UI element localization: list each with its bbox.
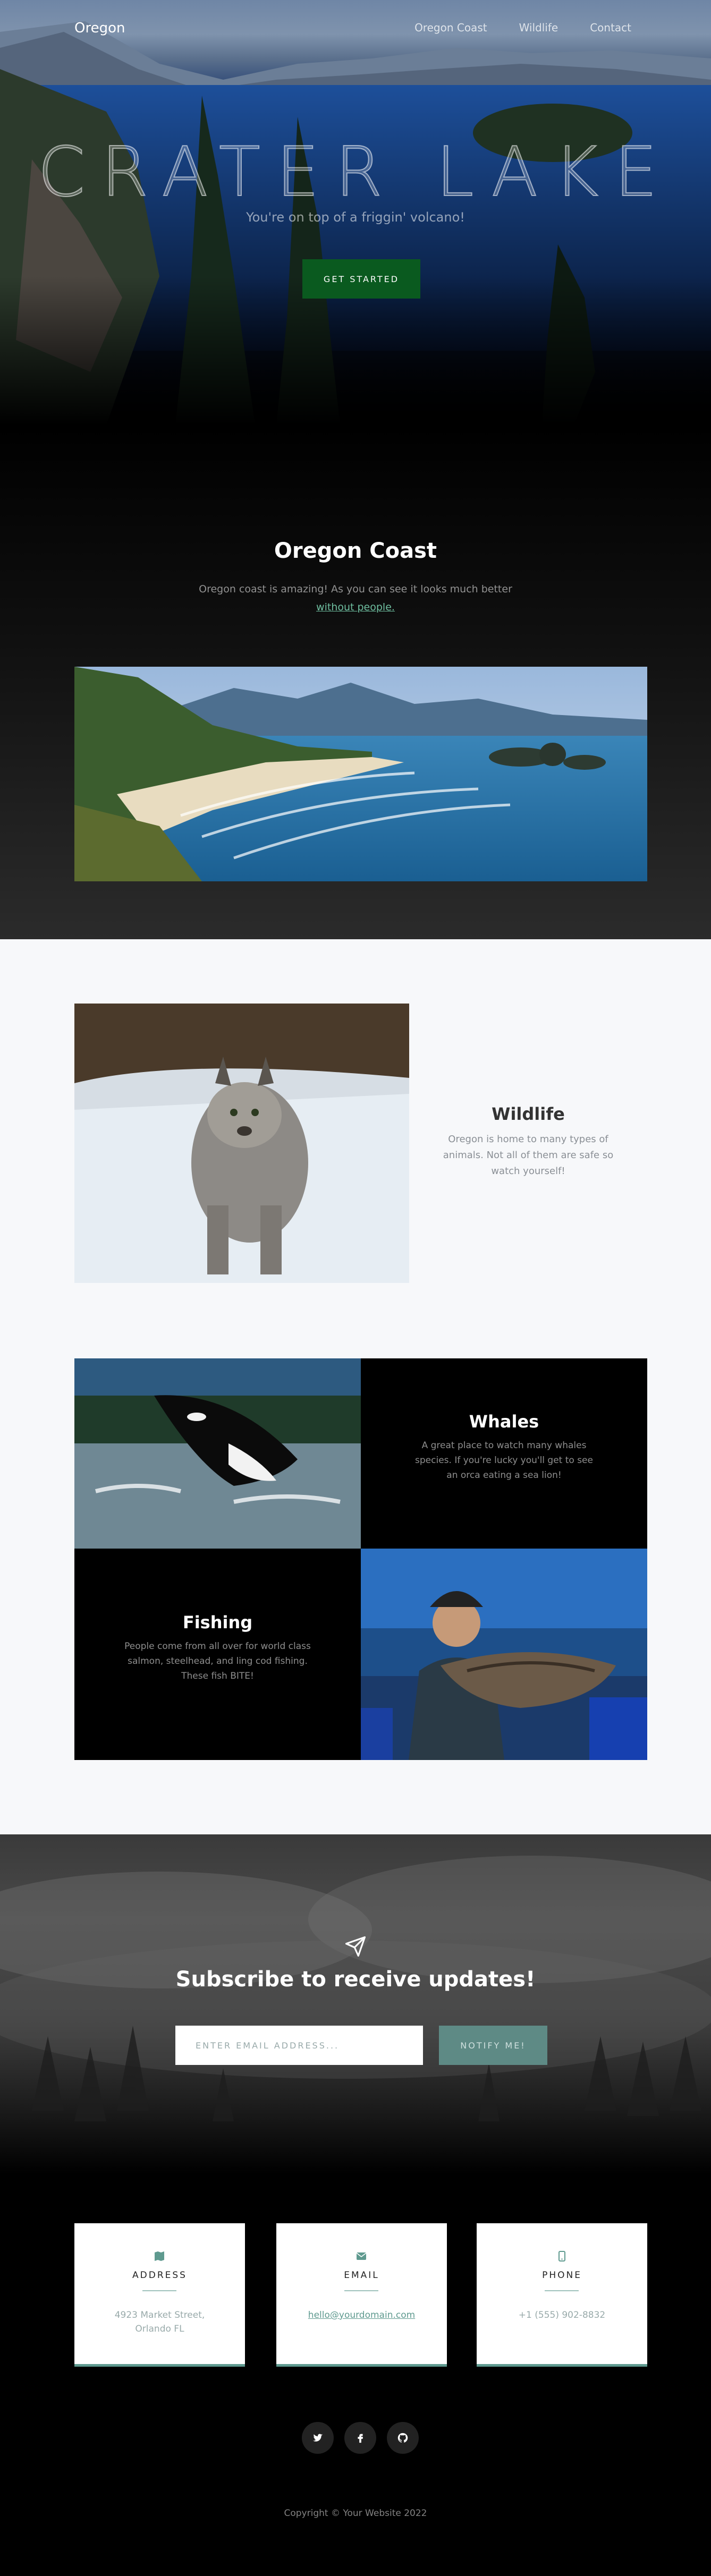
- wildlife-title: Wildlife: [492, 1104, 565, 1124]
- phone-label: PHONE: [542, 2270, 582, 2281]
- email-input[interactable]: [175, 2026, 423, 2065]
- oregon-coast-section: Oregon Coast Oregon coast is amazing! As…: [0, 425, 711, 939]
- coast-text: Oregon coast is amazing! As you can see …: [0, 580, 711, 616]
- hero-subtitle: You're on top of a friggin' volcano!: [246, 210, 465, 225]
- copyright-text: Copyright © Your Website 2022: [284, 2508, 427, 2519]
- phone-card: PHONE +1 (555) 902-8832: [477, 2223, 647, 2367]
- nav-links: Oregon Coast Wildlife Contact: [414, 21, 631, 34]
- whales-card: Whales A great place to watch many whale…: [361, 1358, 647, 1549]
- subscribe-title: Subscribe to receive updates!: [175, 1967, 536, 1992]
- address-card: ADDRESS 4923 Market Street, Orlando FL: [74, 2223, 245, 2367]
- coast-link[interactable]: without people.: [316, 601, 395, 613]
- social-links: [302, 2422, 419, 2454]
- nav-link-oregon-coast[interactable]: Oregon Coast: [414, 21, 487, 34]
- lynx-image: [74, 1004, 409, 1283]
- fishing-title: Fishing: [182, 1612, 253, 1633]
- notify-button[interactable]: NOTIFY ME!: [439, 2026, 547, 2065]
- mobile-phone-icon: [558, 2251, 565, 2262]
- fisherman-image: [361, 1549, 647, 1760]
- twitter-icon[interactable]: [302, 2422, 334, 2454]
- email-link[interactable]: hello@yourdomain.com: [298, 2308, 426, 2322]
- brand-link[interactable]: Oregon: [74, 20, 125, 36]
- subscribe-section: Subscribe to receive updates! NOTIFY ME!: [0, 1834, 711, 2174]
- phone-value: +1 (555) 902-8832: [518, 2310, 606, 2320]
- orca-image: [74, 1358, 361, 1549]
- email-divider: [344, 2290, 378, 2291]
- top-nav: Oregon Oregon Coast Wildlife Contact: [0, 0, 711, 58]
- get-started-button[interactable]: GET STARTED: [302, 259, 420, 299]
- wildlife-section: Wildlife Oregon is home to many types of…: [0, 939, 711, 1834]
- contact-section: ADDRESS 4923 Market Street, Orlando FL E…: [0, 2174, 711, 2576]
- page: Oregon Oregon Coast Wildlife Contact CRA…: [0, 0, 711, 2576]
- paper-plane-icon: [345, 1936, 366, 1957]
- whales-text: A great place to watch many whales speci…: [415, 1440, 593, 1481]
- whales-title: Whales: [469, 1412, 539, 1432]
- envelope-icon: [356, 2252, 367, 2260]
- hero-section: Oregon Oregon Coast Wildlife Contact CRA…: [0, 0, 711, 425]
- coast-text-body: Oregon coast is amazing! As you can see …: [199, 583, 512, 595]
- email-label: EMAIL: [344, 2270, 379, 2281]
- map-icon: [155, 2251, 164, 2261]
- forest-fog-image: [0, 1856, 711, 2121]
- address-divider: [142, 2290, 176, 2291]
- facebook-icon[interactable]: [344, 2422, 376, 2454]
- address-label: ADDRESS: [132, 2270, 187, 2281]
- coast-title: Oregon Coast: [274, 539, 437, 563]
- coast-image: [74, 667, 647, 881]
- feature-grid: Whales A great place to watch many whale…: [74, 1358, 647, 1760]
- fishing-text: People come from all over for world clas…: [124, 1641, 311, 1681]
- email-card: EMAIL hello@yourdomain.com: [276, 2223, 447, 2367]
- wildlife-text: Oregon is home to many types of animals.…: [443, 1134, 614, 1177]
- address-value: 4923 Market Street, Orlando FL: [114, 2310, 205, 2334]
- fishing-card: Fishing People come from all over for wo…: [74, 1549, 361, 1760]
- github-icon[interactable]: [387, 2422, 419, 2454]
- nav-link-contact[interactable]: Contact: [590, 21, 631, 34]
- nav-link-wildlife[interactable]: Wildlife: [519, 21, 558, 34]
- phone-divider: [545, 2290, 579, 2291]
- hero-title: CRATER LAKE: [37, 132, 674, 212]
